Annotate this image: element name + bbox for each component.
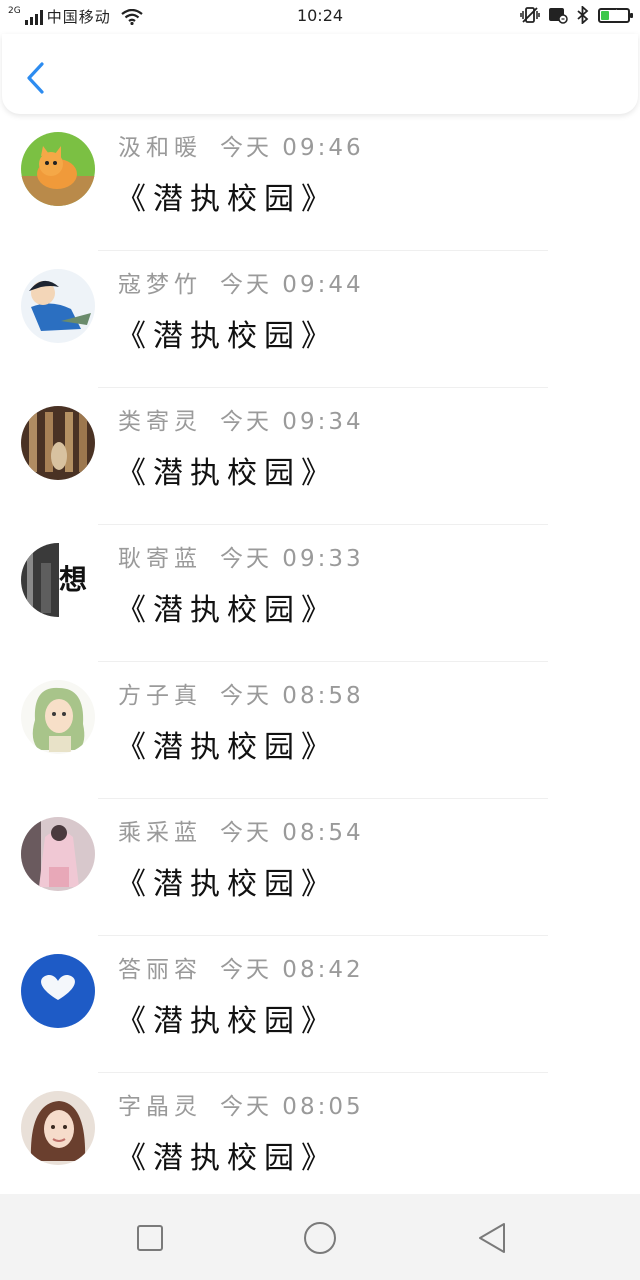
app-header (2, 34, 638, 114)
status-bar: 2G 中国移动 10:24 ⚡ (0, 0, 640, 34)
sender-name: 汲和暖 (118, 135, 202, 161)
message-title: 《潜执校园》 (116, 1004, 338, 1039)
message-title: 《潜执校园》 (116, 182, 338, 217)
avatar: 想 (21, 543, 95, 617)
message-title: 《潜执校园》 (116, 456, 338, 491)
message-time: 今天 08:54 (220, 820, 364, 846)
list-item[interactable]: 类寄灵 今天 09:34 《潜执校园》 (0, 388, 640, 525)
sender-name: 类寄灵 (118, 409, 202, 435)
square-icon[interactable] (128, 1216, 172, 1260)
vibrate-icon (520, 7, 540, 23)
message-meta: 类寄灵 今天 09:34 (118, 402, 364, 436)
message-meta: 寇梦竹 今天 09:44 (118, 265, 364, 299)
message-time: 今天 09:33 (220, 546, 364, 572)
list-item[interactable]: 乘采蓝 今天 08:54 《潜执校园》 (0, 799, 640, 936)
message-time: 今天 09:44 (220, 272, 364, 298)
message-meta: 字晶灵 今天 08:05 (118, 1087, 364, 1121)
list-item[interactable]: 想 耿寄蓝 今天 09:33 《潜执校园》 (0, 525, 640, 662)
avatar (21, 954, 95, 1028)
triangle-back-icon[interactable] (470, 1216, 514, 1260)
message-meta: 乘采蓝 今天 08:54 (118, 813, 364, 847)
avatar-text: 想 (59, 563, 88, 596)
avatar (21, 1091, 95, 1165)
message-title: 《潜执校园》 (116, 319, 338, 354)
battery-icon: ⚡ (598, 7, 633, 23)
message-title: 《潜执校园》 (116, 730, 338, 765)
chevron-left-icon[interactable] (22, 60, 50, 96)
list-item[interactable]: 汲和暖 今天 09:46 《潜执校园》 (0, 114, 640, 251)
bluetooth-icon (577, 6, 589, 24)
status-right: ⚡ (520, 6, 633, 24)
avatar (21, 406, 95, 480)
sender-name: 答丽容 (118, 957, 202, 983)
sender-name: 方子真 (118, 683, 202, 709)
message-meta: 答丽容 今天 08:42 (118, 950, 364, 984)
list-item[interactable]: 字晶灵 今天 08:05 《潜执校园》 (0, 1073, 640, 1210)
message-time: 今天 08:42 (220, 957, 364, 983)
circle-icon[interactable] (298, 1216, 342, 1260)
system-nav-bar (0, 1194, 640, 1280)
list-item[interactable]: 答丽容 今天 08:42 《潜执校园》 (0, 936, 640, 1073)
avatar (21, 680, 95, 754)
message-title: 《潜执校园》 (116, 593, 338, 628)
message-meta: 耿寄蓝 今天 09:33 (118, 539, 364, 573)
sender-name: 字晶灵 (118, 1094, 202, 1120)
avatar (21, 269, 95, 343)
list-item[interactable]: 寇梦竹 今天 09:44 《潜执校园》 (0, 251, 640, 388)
message-time: 今天 09:34 (220, 409, 364, 435)
sender-name: 寇梦竹 (118, 272, 202, 298)
message-title: 《潜执校园》 (116, 1141, 338, 1176)
message-time: 今天 08:58 (220, 683, 364, 709)
avatar (21, 132, 95, 206)
avatar (21, 817, 95, 891)
message-list: 汲和暖今天 09:46 《潜执校园》 寇梦竹今天 09:44 《潜执校园》 (0, 114, 640, 1210)
message-time: 今天 08:05 (220, 1094, 364, 1120)
nfc-icon (549, 8, 568, 24)
message-meta: 方子真 今天 08:58 (118, 676, 364, 710)
message-title: 《潜执校园》 (116, 867, 338, 902)
screen: 2G 中国移动 10:24 ⚡ 汲和暖 今天 09:46 《潜执校园》 寇梦竹 … (0, 0, 640, 1280)
list-item[interactable]: 方子真 今天 08:58 《潜执校园》 (0, 662, 640, 799)
message-meta: 汲和暖 今天 09:46 (118, 128, 364, 162)
sender-name: 耿寄蓝 (118, 546, 202, 572)
message-time: 今天 09:46 (220, 135, 364, 161)
sender-name: 乘采蓝 (118, 820, 202, 846)
